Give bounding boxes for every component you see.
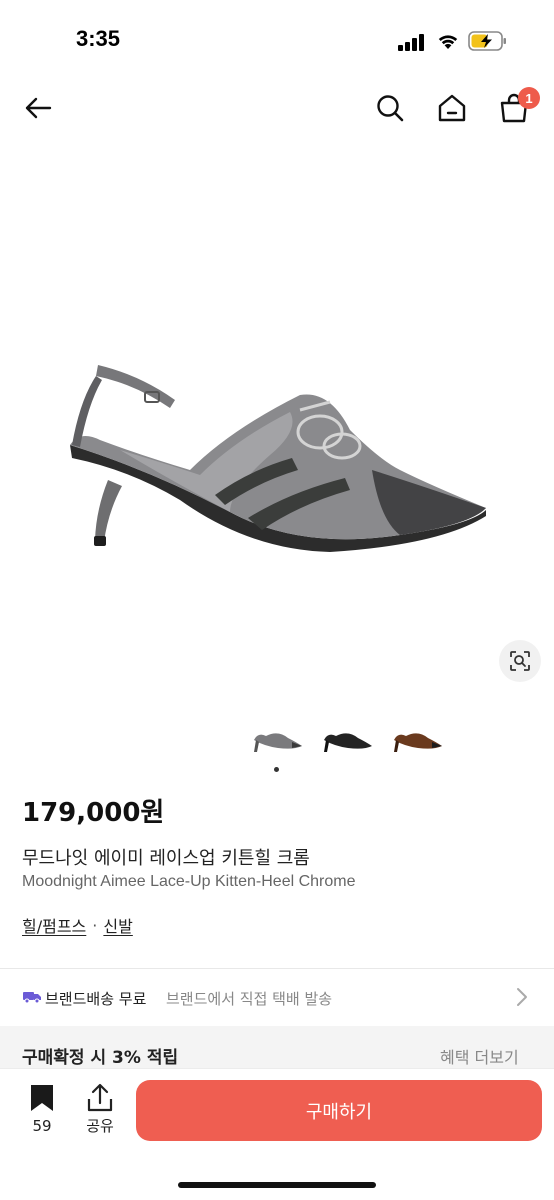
thumbnail-black[interactable] — [318, 718, 374, 758]
category-link-heels[interactable]: 힐/펌프스 — [22, 913, 86, 937]
product-price: 179,000원 — [22, 798, 165, 828]
buy-button[interactable]: 구매하기 — [136, 1080, 542, 1141]
shipping-info-row[interactable]: 브랜드배송 무료 브랜드에서 직접 택배 발송 — [0, 970, 554, 1026]
thumbnail-brown[interactable] — [388, 718, 444, 758]
bookmark-icon — [31, 1085, 53, 1111]
share-label: 공유 — [86, 1117, 114, 1135]
category-link-shoes[interactable]: 신발 — [103, 913, 132, 937]
shoe-illustration — [70, 365, 486, 552]
delivery-truck-icon — [23, 992, 41, 1004]
search-icon — [377, 95, 404, 122]
status-bar: 3:35 — [0, 0, 554, 80]
home-icon — [438, 94, 466, 122]
section-divider — [0, 968, 554, 969]
back-button[interactable] — [18, 88, 58, 128]
breadcrumb-separator: · — [92, 915, 98, 935]
more-benefits-link[interactable]: 혜택 더보기 — [440, 1044, 519, 1068]
product-title-korean: 무드나잇 에이미 레이스업 키튼힐 크롬 — [22, 848, 310, 869]
breadcrumb: 힐/펌프스 · 신발 — [22, 913, 133, 937]
home-indicator — [178, 1182, 376, 1188]
shoe-thumbnail-icon — [324, 733, 372, 752]
product-title-english: Moodnight Aimee Lace-Up Kitten-Heel Chro… — [22, 873, 356, 890]
share-icon — [87, 1083, 113, 1112]
image-search-button[interactable] — [499, 640, 541, 682]
image-lens-icon — [510, 651, 530, 671]
shipping-label: 브랜드배송 무료 — [45, 990, 147, 1008]
bottom-action-bar: 59 공유 구매하기 — [0, 1068, 554, 1200]
home-button[interactable] — [432, 88, 472, 128]
wifi-icon — [438, 35, 458, 49]
status-time: 3:35 — [76, 26, 121, 51]
chevron-right-icon — [517, 988, 527, 1006]
thumbnail-chrome[interactable] — [248, 718, 304, 758]
search-button[interactable] — [370, 88, 410, 128]
color-thumbnails — [0, 712, 554, 764]
battery-icon — [468, 31, 506, 51]
signal-icon — [398, 33, 426, 51]
product-image[interactable] — [0, 140, 554, 700]
shipping-description: 브랜드에서 직접 택배 발송 — [166, 990, 333, 1008]
shoe-thumbnail-icon — [394, 733, 442, 752]
shoe-thumbnail-icon — [254, 733, 302, 752]
top-nav — [0, 80, 554, 136]
carousel-indicator — [274, 767, 279, 772]
reward-text: 구매확정 시 3% 적립 — [22, 1048, 179, 1068]
bookmark-count: 59 — [32, 1117, 52, 1135]
back-arrow-icon — [25, 97, 52, 119]
bookmark-button[interactable]: 59 — [20, 1083, 64, 1143]
cart-count-badge: 1 — [518, 87, 540, 109]
share-button[interactable]: 공유 — [78, 1083, 122, 1143]
